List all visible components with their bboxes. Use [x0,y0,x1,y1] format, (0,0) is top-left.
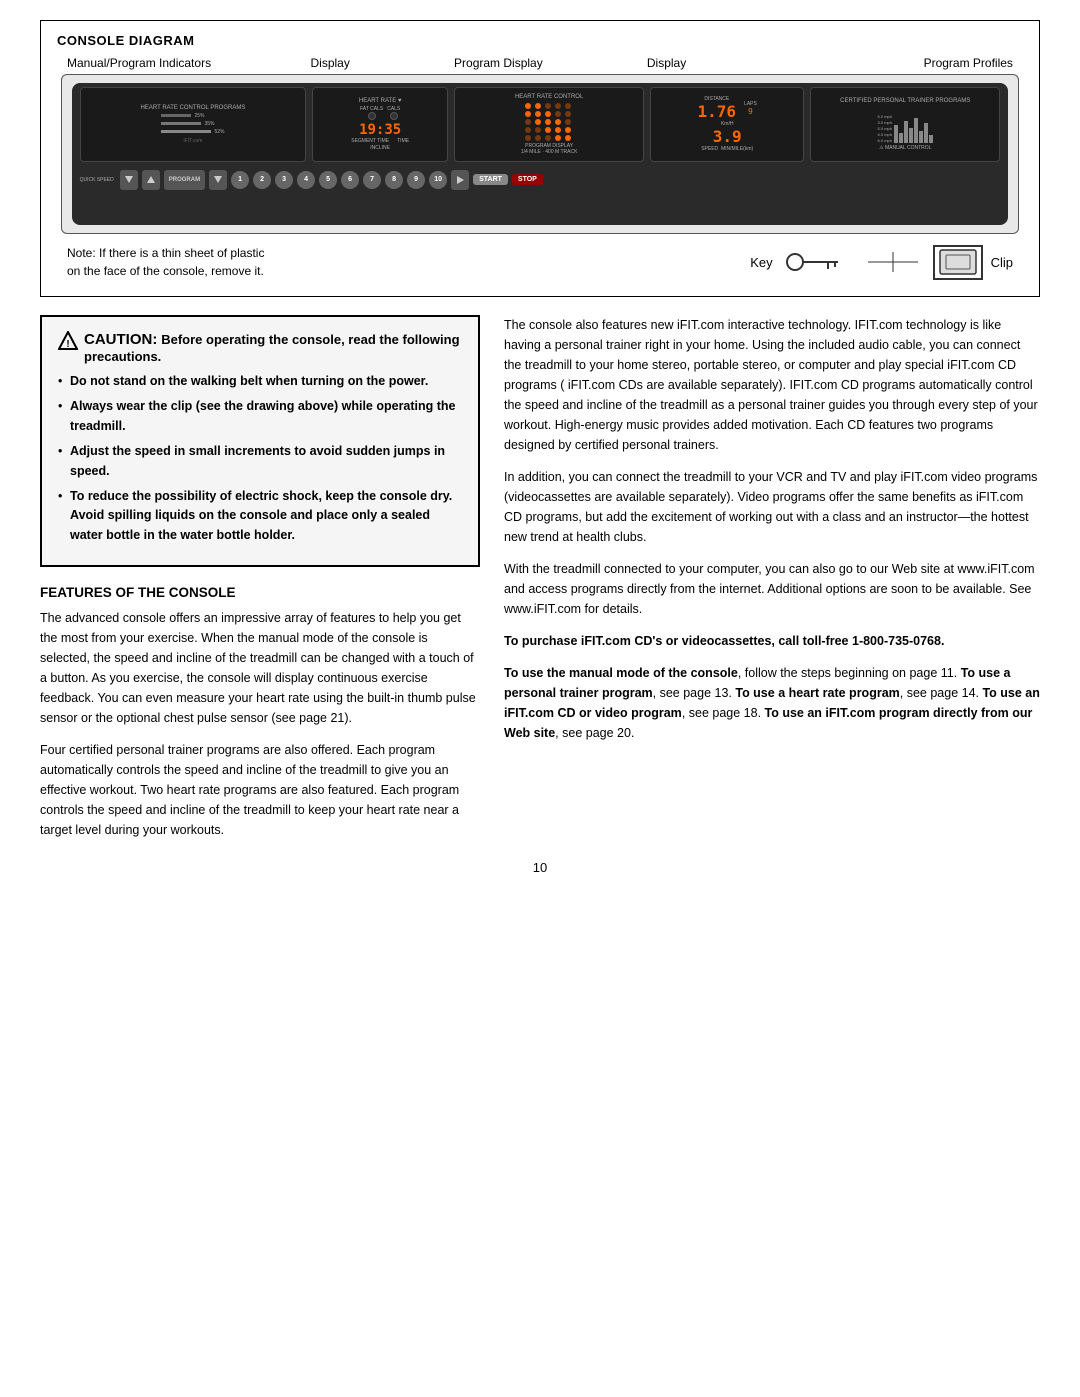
console-panel: HEART RATE CONTROL PROGRAMS 25% 35% [72,83,1009,225]
clip-label: Clip [991,255,1013,270]
key-svg [783,247,853,277]
ifit-label: HEART RATE CONTROL PROGRAMS [141,105,246,111]
diagram-title: CONSOLE DIAGRAM [57,33,1023,48]
features-section: FEATURES OF THE CONSOLE The advanced con… [40,585,480,840]
clip-area: Clip [933,245,1013,280]
features-para-1: The advanced console offers an impressiv… [40,608,480,728]
caution-list: Do not stand on the walking belt when tu… [58,372,462,545]
page-number: 10 [40,860,1040,875]
right-para-1: The console also features new iFIT.com i… [504,315,1040,455]
incline-up-btn [142,170,160,190]
label-manual-program: Manual/Program Indicators [67,56,227,70]
right-para-3: With the treadmill connected to your com… [504,559,1040,619]
right-para-5: To use the manual mode of the console, f… [504,663,1040,743]
clip-shape-icon [938,248,978,276]
ifit-section: HEART RATE CONTROL PROGRAMS 25% 35% [80,87,307,162]
btn-8: 8 [385,171,403,189]
features-para-2: Four certified personal trainer programs… [40,740,480,840]
key-area: Key [750,245,1013,280]
caution-item-1: Do not stand on the walking belt when tu… [58,372,462,391]
btn-10: 10 [429,171,447,189]
caution-box: ! CAUTION: Before operating the console,… [40,315,480,567]
heart-rate-label: HEART RATE ♥ [359,98,402,104]
btn-6: 6 [341,171,359,189]
caution-item-2: Always wear the clip (see the drawing ab… [58,397,462,436]
clip-box [933,245,983,280]
caution-body: Do not stand on the walking belt when tu… [58,372,462,545]
btn-4: 4 [297,171,315,189]
distance-speed-section: DISTANCE 1.76 LAPS 9 Km/H 3.9 SPEED MIN/… [650,87,804,162]
console-diagram-section: CONSOLE DIAGRAM Manual/Program Indicator… [40,20,1040,297]
speed-down-btn [209,170,227,190]
label-display-right: Display [637,56,697,70]
program-profiles-section: CERTIFIED PERSONAL TRAINER PROGRAMS 5.0 … [810,87,1000,162]
heart-rate-section: HEART RATE ♥ FAT CALS CALS 19:35 [312,87,448,162]
left-column: ! CAUTION: Before operating the console,… [40,315,480,840]
label-program-display: Program Display [433,56,563,70]
console-diagram-image: HEART RATE CONTROL PROGRAMS 25% 35% [61,74,1019,234]
btn-1: 1 [231,171,249,189]
btn-9: 9 [407,171,425,189]
label-program-profiles: Program Profiles [883,56,1013,70]
speed-up-btn [451,170,469,190]
connector-lines-icon [863,247,923,277]
profiles-label: CERTIFIED PERSONAL TRAINER PROGRAMS [840,98,970,104]
btn-2: 2 [253,171,271,189]
program-btn: PROGRAM [164,170,205,190]
key-clip-row: Note: If there is a thin sheet of plasti… [57,244,1023,280]
right-column: The console also features new iFIT.com i… [504,315,1040,840]
caution-item-4: To reduce the possibility of electric sh… [58,487,462,545]
start-btn: START [473,174,508,185]
right-para-2: In addition, you can connect the treadmi… [504,467,1040,547]
diagram-labels-row: Manual/Program Indicators Display Progra… [57,56,1023,70]
btn-5: 5 [319,171,337,189]
btn-3: 3 [275,171,293,189]
caution-item-3: Adjust the speed in small increments to … [58,442,462,481]
features-title: FEATURES OF THE CONSOLE [40,585,480,600]
svg-text:!: ! [66,339,69,350]
label-display-left: Display [300,56,360,70]
console-button-row: QUICK SPEED PROGRAM 1 2 3 [80,166,1001,194]
time-display: 19:35 [359,122,401,138]
distance-display: 1.76 [698,102,737,121]
main-content: ! CAUTION: Before operating the console,… [40,315,1040,840]
right-para-4: To purchase iFIT.com CD's or videocasset… [504,631,1040,651]
note-text: Note: If there is a thin sheet of plasti… [67,244,730,280]
caution-heading: CAUTION: Before operating the console, r… [84,331,462,364]
key-label: Key [750,255,772,270]
btn-7: 7 [363,171,381,189]
caution-title-row: ! CAUTION: Before operating the console,… [58,331,462,364]
program-display-section: HEART RATE CONTROL PROGRAM DISPLAY 1/4 M… [454,87,644,162]
speed-display: 3.9 [713,127,742,146]
key-shape-icon [783,247,853,277]
power-btn [120,170,138,190]
stop-btn: STOP [512,174,543,185]
caution-triangle-icon: ! [58,331,78,351]
program-display-label: HEART RATE CONTROL [515,94,583,100]
